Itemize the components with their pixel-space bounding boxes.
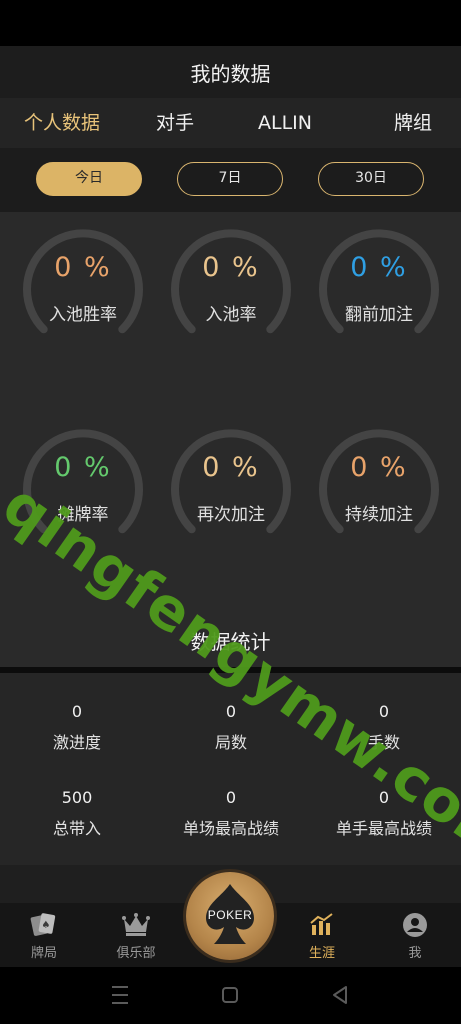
ring-label: 入池胜率 (49, 305, 117, 325)
stat-label: 局数 (214, 733, 247, 752)
ring-gauge (171, 429, 291, 534)
ring-label: 翻前加注 (345, 305, 413, 325)
ring-vpip-win: 0 % 入池胜率 (20, 222, 146, 348)
back-icon[interactable] (333, 986, 347, 1004)
ring-pfr: 0 % 翻前加注 (316, 222, 442, 348)
ring-value: 0 % (350, 252, 408, 283)
period-selector: 今日 7日 30日 (0, 148, 461, 212)
ring-3bet: 0 % 再次加注 (168, 422, 294, 548)
user-icon (403, 913, 427, 937)
ring-label: 入池率 (205, 305, 257, 325)
nav-label: 牌局 (30, 946, 57, 961)
ring-label: 持续加注 (345, 505, 413, 525)
ring-value: 0 % (202, 252, 260, 283)
system-nav-icons (112, 986, 347, 1004)
ring-value: 0 % (54, 252, 112, 283)
tab-opponents[interactable]: 对手 (156, 98, 194, 148)
nav-club[interactable]: 俱乐部 (96, 903, 176, 967)
stat-value: 0 (71, 702, 83, 721)
period-30d-button[interactable]: 30日 (318, 162, 424, 196)
svg-text:♠: ♠ (42, 920, 51, 931)
period-today-button[interactable]: 今日 (36, 162, 142, 196)
stat-label: 单场最高战绩 (182, 819, 279, 838)
stat-value: 500 (61, 788, 93, 807)
stat-label: 总带入 (52, 819, 101, 838)
home-icon[interactable] (222, 987, 238, 1003)
tab-bar: 个人数据 对手 ALLIN 牌组 (0, 98, 461, 148)
system-nav-bar (0, 967, 461, 1024)
ring-gauge (23, 229, 143, 334)
status-bar (0, 0, 461, 46)
stat-total-buyin: 500 总带入 (0, 785, 154, 839)
poker-center-button[interactable]: POKER (186, 872, 274, 960)
crown-icon (122, 913, 150, 936)
chart-icon (310, 913, 333, 935)
nav-label: 俱乐部 (116, 946, 156, 961)
tab-decks[interactable]: 牌组 (394, 98, 432, 148)
cards-icon: ♠ (30, 913, 56, 936)
period-7d-button[interactable]: 7日 (177, 162, 283, 196)
ring-gauge (171, 229, 291, 334)
nav-me[interactable]: 我 (375, 903, 455, 967)
nav-games[interactable]: ♠ 牌局 (4, 903, 84, 967)
nav-label: 我 (408, 946, 422, 961)
stat-label: 激进度 (52, 733, 101, 752)
tab-allin[interactable]: ALLIN (258, 98, 312, 148)
ring-value: 0 % (202, 452, 260, 483)
poker-label: POKER (207, 908, 253, 922)
nav-label: 生涯 (308, 946, 335, 961)
stat-best-session: 0 单场最高战绩 (154, 785, 308, 839)
nav-career[interactable]: 生涯 (282, 903, 362, 967)
menu-icon[interactable] (112, 986, 128, 1004)
ring-value: 0 % (350, 452, 408, 483)
stat-aggression: 0 激进度 (0, 699, 154, 753)
tab-personal-data[interactable]: 个人数据 (24, 98, 100, 148)
stat-value: 0 (225, 788, 237, 807)
ring-gauge (319, 229, 439, 334)
ring-cbet: 0 % 持续加注 (316, 422, 442, 548)
ring-gauge (319, 429, 439, 534)
ring-label: 再次加注 (197, 505, 265, 525)
page-title: 我的数据 (190, 61, 271, 86)
page-header: 我的数据 (0, 46, 461, 98)
ring-vpip: 0 % 入池率 (168, 222, 294, 348)
